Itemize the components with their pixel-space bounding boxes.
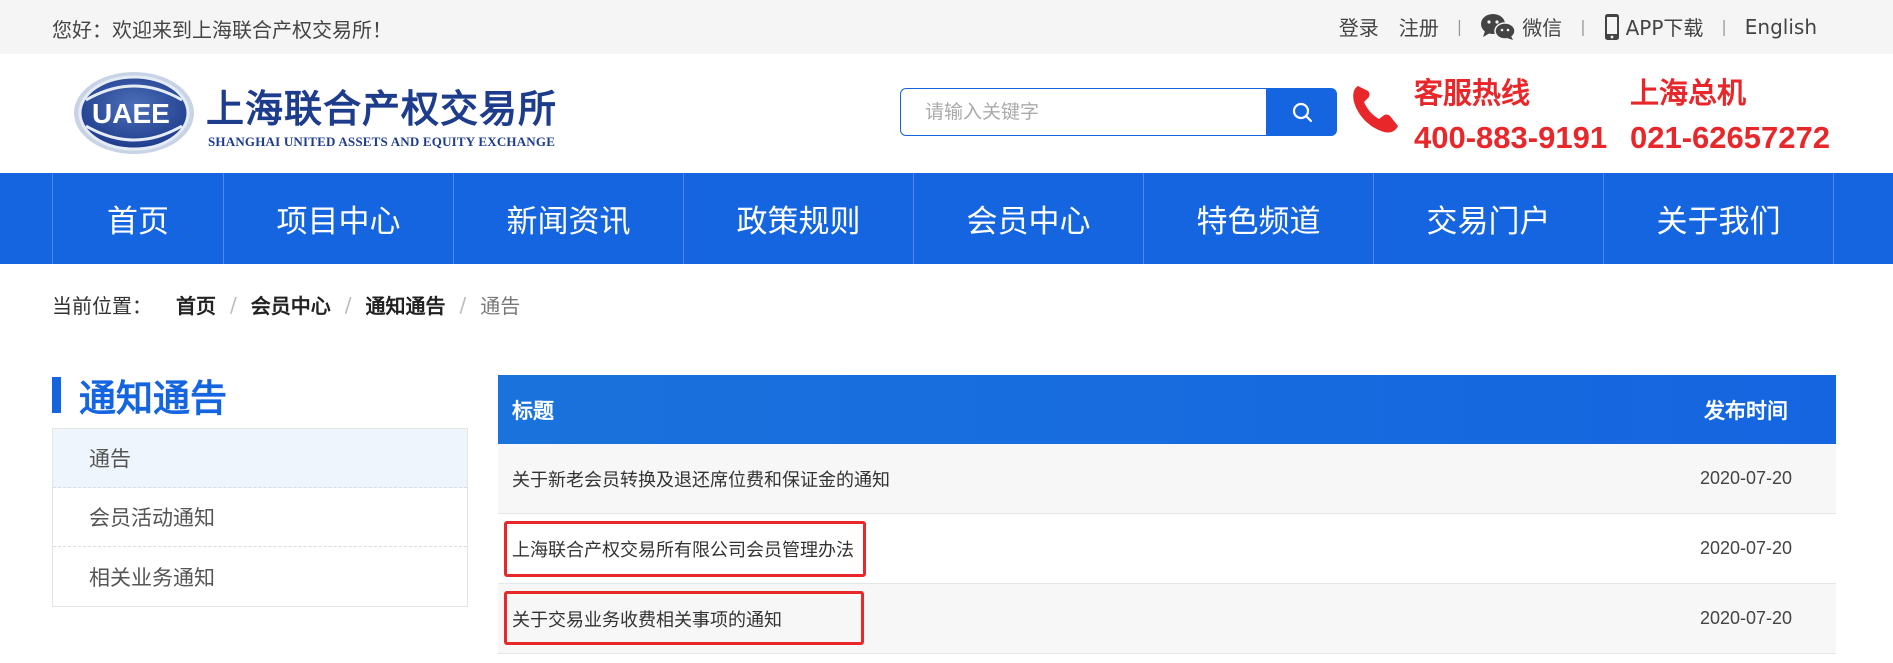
- nav-item-home[interactable]: 首页: [53, 173, 224, 264]
- table-body: 关于新老会员转换及退还席位费和保证金的通知 2020-07-20 上海联合产权交…: [498, 444, 1836, 654]
- search-button[interactable]: [1266, 88, 1337, 136]
- breadcrumb-label: 当前位置：: [52, 294, 152, 318]
- telephone-icon: [1353, 86, 1398, 133]
- row-date: 2020-07-20: [1699, 608, 1793, 628]
- customer-hotline: 客服热线 400-883-9191: [1414, 70, 1607, 156]
- notice-table: 标题 发布时间 关于新老会员转换及退还席位费和保证金的通知 2020-07-20…: [498, 375, 1836, 654]
- hotline-number: 400-883-9191: [1414, 120, 1608, 155]
- sidebar-item-notice[interactable]: 通告: [53, 429, 467, 488]
- column-header-title: 标题: [512, 398, 554, 423]
- main-nav: 首页 项目中心 新闻资讯 政策规则 会员中心 特色频道 交易门户 关于我们: [0, 173, 1893, 264]
- sidebar-title: 通知通告: [52, 368, 227, 422]
- site-logo[interactable]: UAEE 上海联合产权交易所 SHANGHAI UNITED ASSETS AN…: [72, 70, 556, 156]
- row-date: 2020-07-20: [1699, 538, 1793, 558]
- sidebar-item-member-activities[interactable]: 会员活动通知: [53, 488, 467, 547]
- top-links: 登录 注册 | 微信 | APP下载 | English: [1339, 12, 1817, 41]
- table-row[interactable]: 关于新老会员转换及退还席位费和保证金的通知 2020-07-20: [498, 444, 1836, 514]
- logo-chinese-name: 上海联合产权交易所: [206, 86, 558, 131]
- breadcrumb-separator: /: [344, 292, 352, 317]
- nav-item-projects[interactable]: 项目中心: [224, 173, 454, 264]
- row-title[interactable]: 关于交易业务收费相关事项的通知: [498, 606, 1656, 632]
- title-accent-bar: [52, 377, 61, 413]
- row-title[interactable]: 关于新老会员转换及退还席位费和保证金的通知: [498, 466, 1656, 492]
- nav-item-news[interactable]: 新闻资讯: [454, 173, 684, 264]
- table-header: 标题 发布时间: [498, 375, 1836, 444]
- row-date: 2020-07-20: [1699, 468, 1793, 488]
- nav-item-portal[interactable]: 交易门户: [1374, 173, 1604, 264]
- table-row[interactable]: 关于交易业务收费相关事项的通知 2020-07-20: [498, 584, 1836, 654]
- row-title[interactable]: 上海联合产权交易所有限公司会员管理办法: [498, 536, 1656, 562]
- wechat-label: 微信: [1522, 16, 1563, 40]
- hotline-title: 客服热线: [1414, 76, 1531, 110]
- nav-item-members[interactable]: 会员中心: [914, 173, 1144, 264]
- wechat-icon: [1481, 13, 1516, 40]
- search-box: [900, 88, 1337, 136]
- breadcrumb-separator: /: [459, 292, 467, 317]
- top-bar: 您好：欢迎来到上海联合产权交易所！ 登录 注册 | 微信 | APP下载 | E…: [0, 0, 1893, 54]
- app-download-link[interactable]: APP下载: [1604, 12, 1704, 41]
- breadcrumb-members[interactable]: 会员中心: [251, 290, 331, 319]
- logo-emblem: UAEE: [74, 72, 194, 154]
- svg-text:UAEE: UAEE: [92, 98, 170, 129]
- sidebar-title-text: 通知通告: [79, 377, 227, 420]
- divider: |: [1721, 17, 1727, 36]
- breadcrumb-notices[interactable]: 通知通告: [366, 290, 446, 319]
- switchboard-title: 上海总机: [1630, 76, 1747, 110]
- english-link[interactable]: English: [1745, 15, 1817, 39]
- sidebar-menu: 通告 会员活动通知 相关业务通知: [52, 428, 468, 607]
- breadcrumb-home[interactable]: 首页: [176, 290, 216, 319]
- mobile-phone-icon: [1604, 13, 1619, 40]
- nav-item-channels[interactable]: 特色频道: [1144, 173, 1374, 264]
- sidebar-item-business-notices[interactable]: 相关业务通知: [53, 547, 467, 606]
- nav-item-about[interactable]: 关于我们: [1604, 173, 1834, 264]
- search-icon: [1292, 102, 1312, 123]
- table-row[interactable]: 上海联合产权交易所有限公司会员管理办法 2020-07-20: [498, 514, 1836, 584]
- breadcrumb-current: 通告: [480, 294, 521, 318]
- column-header-date: 发布时间: [1704, 398, 1788, 423]
- divider: |: [1580, 17, 1586, 36]
- breadcrumb: 当前位置： 首页 / 会员中心 / 通知通告 / 通告: [52, 290, 520, 319]
- wechat-link[interactable]: 微信: [1480, 12, 1562, 41]
- site-header: UAEE 上海联合产权交易所 SHANGHAI UNITED ASSETS AN…: [0, 54, 1893, 173]
- nav-item-policy[interactable]: 政策规则: [684, 173, 914, 264]
- login-link[interactable]: 登录: [1339, 12, 1379, 41]
- app-download-label: APP下载: [1625, 16, 1704, 40]
- nav-items: 首页 项目中心 新闻资讯 政策规则 会员中心 特色频道 交易门户 关于我们: [52, 173, 1834, 264]
- welcome-text: 您好：欢迎来到上海联合产权交易所！: [52, 18, 392, 42]
- divider: |: [1456, 17, 1463, 36]
- breadcrumb-separator: /: [230, 292, 237, 317]
- switchboard: 上海总机 021-62657272: [1630, 70, 1830, 156]
- logo-english-name: SHANGHAI UNITED ASSETS AND EQUITY EXCHAN…: [208, 134, 556, 149]
- switchboard-number: 021-62657272: [1630, 120, 1830, 155]
- register-link[interactable]: 注册: [1399, 12, 1439, 41]
- search-input[interactable]: [900, 88, 1267, 136]
